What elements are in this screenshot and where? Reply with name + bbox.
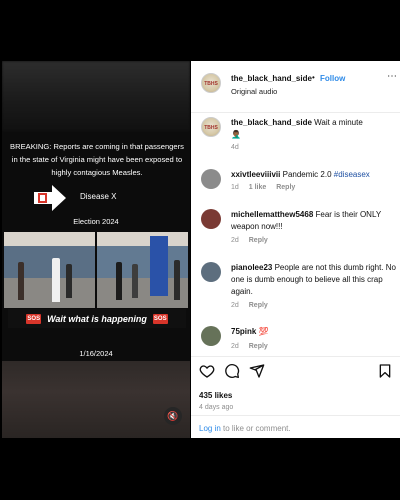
comment-text: 💯 [258,327,269,336]
comment-meta: 2d Reply [231,237,276,244]
post-panel: TBHS the_black_hand_side • Follow Origin… [191,61,400,438]
arrow-right-icon [34,185,66,211]
comment-text: Pandemic 2.0 [282,170,332,179]
post-header: TBHS the_black_hand_side • Follow Origin… [191,61,400,113]
comment-item: xxivtleeviiivii Pandemic 2.0 #diseasex [231,169,396,181]
login-rest: to like or comment. [220,424,291,433]
comment-likes[interactable]: 1 like [249,184,267,191]
comment-icon[interactable] [224,363,240,379]
avatar[interactable]: TBHS [201,73,221,93]
comment-username[interactable]: 75pink [231,327,256,336]
sos-badge-right: SOS [152,313,168,324]
video-bottom-blur [2,361,190,438]
sos-badge-left: SOS [26,313,42,324]
post-age: 4 days ago [199,404,234,411]
caption-username[interactable]: the_black_hand_side [231,118,312,127]
login-link[interactable]: Log in [199,424,221,433]
post-caption: the_black_hand_side Wait a minute 🤦🏾‍♂️ [231,117,396,141]
caption-text: Wait a minute [314,118,363,127]
comment-meta: 1d 1 like Reply [231,184,303,191]
airport-footage [4,232,188,308]
comment-avatar[interactable] [201,169,221,189]
hashtag-link[interactable]: #diseasex [334,170,370,179]
heart-icon[interactable] [199,363,215,379]
comment-item: michellematthew5468 Fear is their ONLY w… [231,209,396,233]
breaking-news-text: BREAKING: Reports are coming in that pas… [10,142,184,177]
caption-emoji: 🤦🏾‍♂️ [231,130,241,139]
likes-count[interactable]: 435 likes [199,391,232,400]
separator-dot: • [312,73,315,82]
election-label: Election 2024 [73,217,119,226]
bookmark-icon[interactable] [377,363,393,379]
reply-button[interactable]: Reply [249,343,268,350]
comment-age: 2d [231,302,239,309]
comment-avatar[interactable] [201,262,221,282]
video-caption: SOS Wait what is happening SOS [8,309,186,328]
caption-text: Wait what is happening [47,313,147,324]
video-player[interactable]: BREAKING: Reports are coming in that pas… [2,61,190,438]
caption-age: 4d [231,144,239,151]
disease-label: Disease X [80,192,117,201]
comment-age: 1d [231,184,239,191]
comment-item: 75pink 💯 [231,326,396,338]
caption-meta: 4d [231,144,247,151]
comment-meta: 2d Reply [231,343,276,350]
username-link[interactable]: the_black_hand_side [231,74,312,83]
video-date: 1/16/2024 [79,349,113,358]
comment-age: 2d [231,343,239,350]
comment-item: pianolee23 People are not this dumb righ… [231,262,396,298]
reply-button[interactable]: Reply [276,184,295,191]
comment-avatar[interactable] [201,326,221,346]
more-icon[interactable]: ⋯ [387,71,397,82]
login-prompt: Log in to like or comment. [199,424,291,433]
comment-username[interactable]: pianolee23 [231,263,272,272]
speaker-muted-icon[interactable]: 🔇 [164,407,182,425]
comment-age: 2d [231,237,239,244]
reply-button[interactable]: Reply [249,302,268,309]
comment-username[interactable]: michellematthew5468 [231,210,313,219]
login-bar: Log in to like or comment. [191,415,400,439]
post-modal: BREAKING: Reports are coming in that pas… [0,61,400,438]
share-icon[interactable] [249,363,265,379]
comment-username[interactable]: xxivtleeviiivii [231,170,280,179]
comment-avatar[interactable] [201,209,221,229]
video-top-blur [2,61,190,131]
post-actions: 435 likes 4 days ago Log in to like or c… [191,356,400,438]
comment-meta: 2d Reply [231,302,276,309]
caption-avatar[interactable]: TBHS [201,117,221,137]
audio-link[interactable]: Original audio [231,87,277,96]
follow-button[interactable]: Follow [320,74,345,83]
reply-button[interactable]: Reply [249,237,268,244]
